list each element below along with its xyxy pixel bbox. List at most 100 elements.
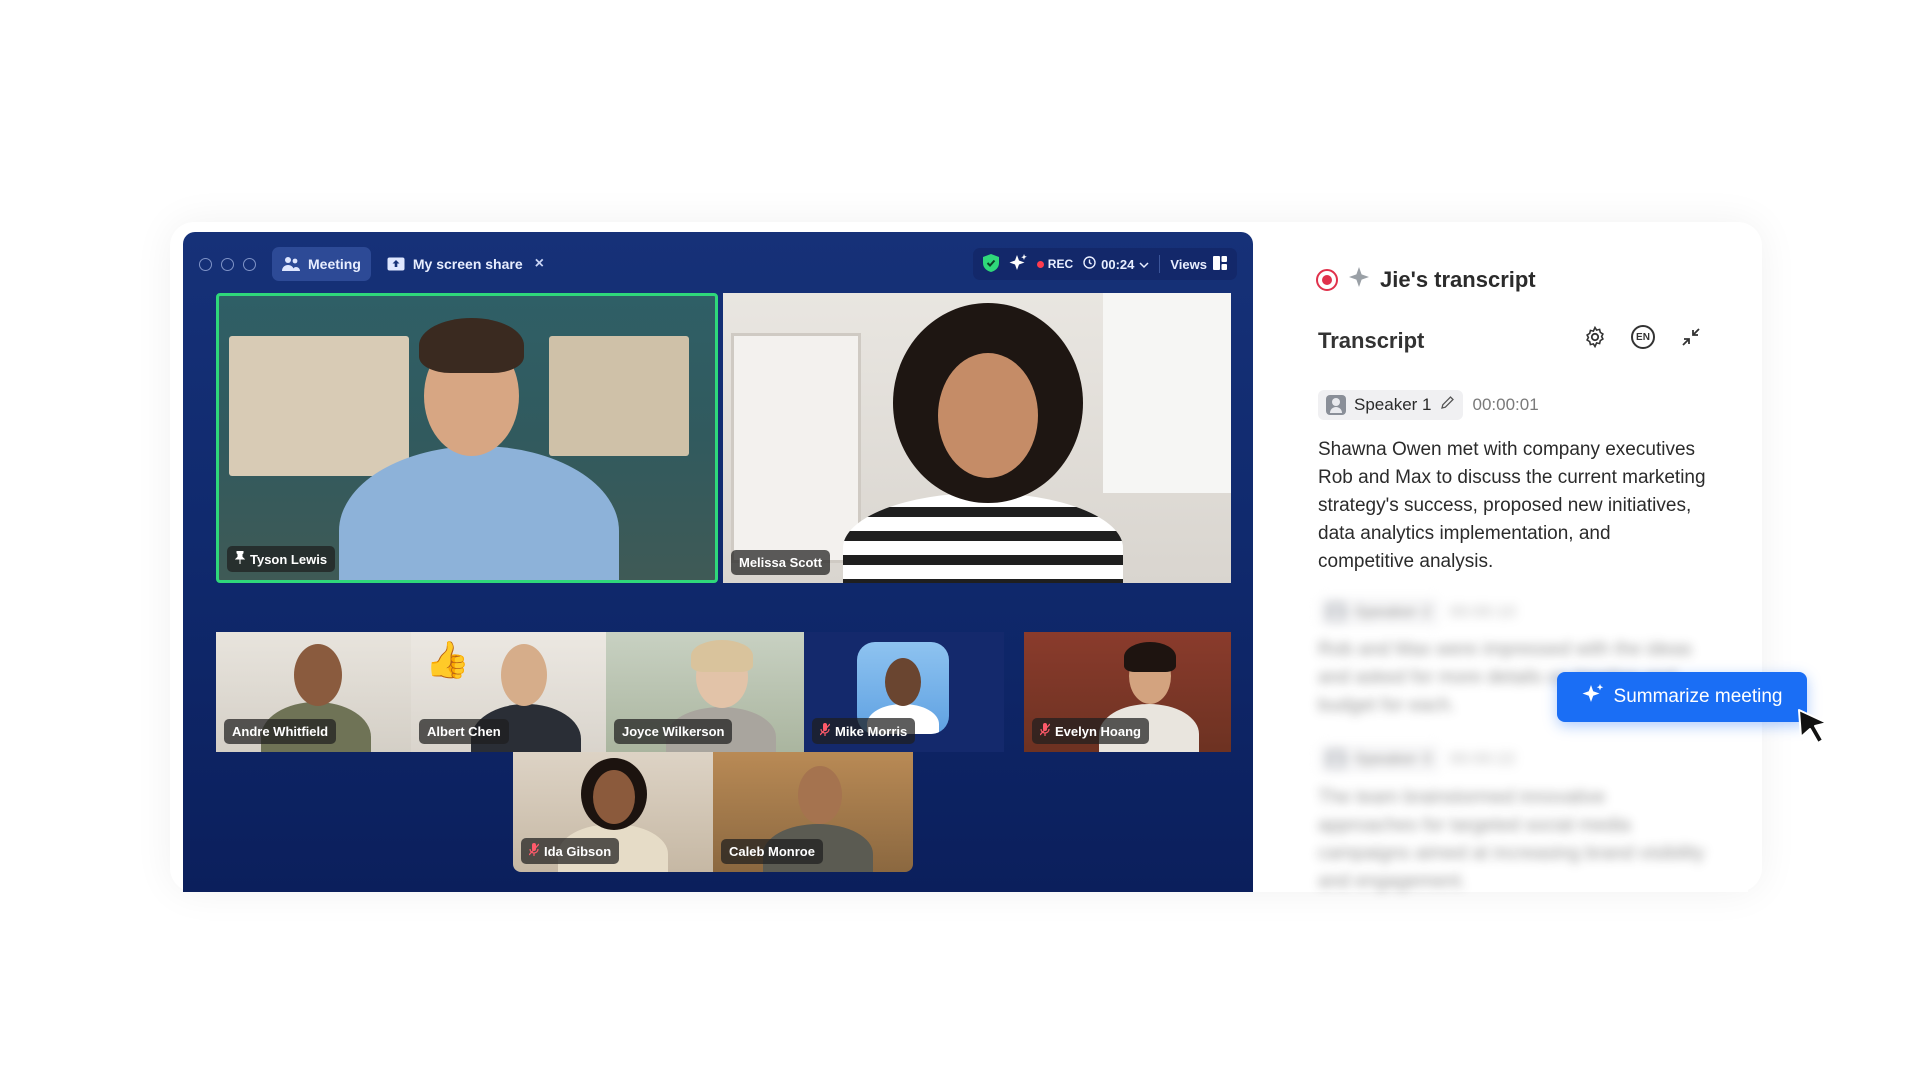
- video-tile-mike-morris[interactable]: Mike Morris: [804, 632, 1004, 752]
- participant-name-tag: Tyson Lewis: [227, 546, 336, 572]
- sparkle-icon: [1348, 266, 1370, 294]
- video-background-shelf: [229, 336, 409, 476]
- grid-view-icon: [1213, 255, 1227, 273]
- participant-name-tag: Mike Morris: [812, 718, 916, 744]
- participant-name-tag: Ida Gibson: [521, 838, 620, 864]
- video-tile-ida-gibson[interactable]: Ida Gibson: [513, 752, 713, 872]
- sparkle-icon: [1582, 683, 1604, 711]
- participant-name: Andre Whitfield: [232, 724, 329, 739]
- summarize-label: Summarize meeting: [1613, 686, 1783, 707]
- language-badge: EN: [1631, 325, 1655, 349]
- transcript-actions: EN: [1582, 324, 1704, 350]
- window-minimize-dot[interactable]: [221, 257, 234, 271]
- tab-label: My screen share: [412, 256, 523, 272]
- video-tile-andre-whitfield[interactable]: Andre Whitfield: [216, 632, 411, 752]
- chevron-down-icon: [1139, 257, 1149, 272]
- video-tile-albert-chen[interactable]: 👍 Albert Chen: [411, 632, 606, 752]
- avatar-person-head: [885, 658, 921, 706]
- speaker-name: Speaker 2: [1354, 602, 1432, 621]
- edit-pencil-icon[interactable]: [1440, 395, 1455, 415]
- speaker-chip[interactable]: Speaker 3: [1318, 744, 1440, 774]
- participant-name-tag: Caleb Monroe: [721, 839, 823, 864]
- participant-name-tag: Joyce Wilkerson: [614, 719, 733, 744]
- tab-screen-share[interactable]: My screen share ×: [377, 247, 554, 281]
- video-tile-evelyn-hoang[interactable]: Evelyn Hoang: [1024, 632, 1231, 752]
- transcript-entry-header: Speaker 2 00:00:10: [1318, 597, 1516, 627]
- video-background-window: [1103, 293, 1231, 493]
- transcript-text: The team brainstormed innovative approac…: [1318, 787, 1705, 892]
- video-tile-melissa-scott[interactable]: Melissa Scott: [723, 293, 1231, 583]
- participant-name: Caleb Monroe: [729, 844, 815, 859]
- participant-name: Ida Gibson: [544, 843, 612, 859]
- toolbar-divider: [1159, 255, 1161, 273]
- participant-name-tag: Andre Whitfield: [224, 719, 337, 744]
- video-person-head: [938, 353, 1038, 478]
- speaker-name: Speaker 1: [1354, 395, 1432, 414]
- collapse-icon[interactable]: [1678, 324, 1704, 350]
- meeting-topbar: Meeting My screen share × REC 00:24 View…: [183, 232, 1253, 296]
- close-icon[interactable]: ×: [535, 255, 544, 273]
- participant-name: Evelyn Hoang: [1055, 723, 1141, 739]
- speaker-avatar-icon: [1326, 395, 1346, 415]
- video-person-head: [501, 644, 547, 706]
- people-icon: [282, 256, 300, 272]
- entry-timestamp: 00:00:22: [1449, 749, 1516, 768]
- meeting-timer[interactable]: 00:24: [1083, 256, 1149, 272]
- recording-icon: [1316, 269, 1338, 291]
- speaker-avatar-icon: [1326, 749, 1346, 769]
- transcript-heading: Transcript: [1318, 328, 1425, 353]
- screen-share-icon: [387, 257, 405, 271]
- video-person-hair: [691, 640, 753, 672]
- video-person-hair: [1124, 642, 1176, 672]
- window-close-dot[interactable]: [199, 257, 212, 271]
- meeting-window: Meeting My screen share × REC 00:24 View…: [183, 232, 1253, 892]
- tab-label: Meeting: [308, 256, 361, 272]
- speaker-chip[interactable]: Speaker 2: [1318, 597, 1440, 627]
- record-dot-icon: [1036, 260, 1044, 268]
- participant-name: Albert Chen: [427, 724, 501, 739]
- participant-name: Melissa Scott: [739, 555, 823, 570]
- video-background-shelf: [549, 336, 689, 456]
- video-background-bookcase: [731, 333, 861, 563]
- window-controls: [199, 257, 256, 271]
- views-label: Views: [1170, 256, 1207, 272]
- video-tile-tyson-lewis[interactable]: Tyson Lewis: [216, 293, 718, 583]
- video-tile-joyce-wilkerson[interactable]: Joyce Wilkerson: [606, 632, 804, 752]
- entry-timestamp: 00:00:01: [1472, 395, 1539, 414]
- participant-name-tag: Evelyn Hoang: [1032, 718, 1149, 744]
- settings-gear-icon[interactable]: [1582, 324, 1608, 350]
- tab-meeting[interactable]: Meeting: [272, 247, 371, 281]
- speaker-chip[interactable]: Speaker 1: [1318, 390, 1463, 420]
- participant-name-tag: Albert Chen: [419, 719, 509, 744]
- transcript-text: Shawna Owen met with company executives …: [1318, 439, 1706, 572]
- muted-mic-icon: [819, 723, 831, 739]
- panel-title: Jie's transcript: [1380, 267, 1536, 292]
- clock-icon: [1083, 256, 1096, 272]
- reaction-thumbs-up-icon: 👍: [425, 639, 470, 680]
- shield-icon[interactable]: [982, 253, 999, 275]
- video-person-head: [294, 644, 342, 706]
- participant-name: Joyce Wilkerson: [622, 724, 725, 739]
- speaker-avatar-icon: [1326, 602, 1346, 622]
- muted-mic-icon: [528, 843, 540, 859]
- participant-name-tag: Melissa Scott: [731, 550, 831, 575]
- recording-indicator[interactable]: REC: [1036, 257, 1074, 271]
- video-person-head: [798, 766, 842, 824]
- panel-header: Jie's transcript: [1316, 266, 1536, 294]
- sparkle-icon[interactable]: [1009, 253, 1027, 275]
- window-maximize-dot[interactable]: [243, 257, 256, 271]
- video-person-hair: [419, 318, 524, 373]
- participant-name: Mike Morris: [835, 723, 908, 739]
- muted-mic-icon: [1039, 723, 1051, 739]
- speaker-name: Speaker 3: [1354, 749, 1432, 768]
- video-tile-caleb-monroe[interactable]: Caleb Monroe: [713, 752, 913, 872]
- participant-name: Tyson Lewis: [250, 551, 328, 567]
- summarize-meeting-button[interactable]: Summarize meeting: [1557, 672, 1807, 722]
- language-button[interactable]: EN: [1630, 324, 1656, 350]
- rec-label: REC: [1047, 257, 1074, 271]
- pin-icon: [234, 550, 246, 567]
- video-person-body: [843, 493, 1123, 583]
- views-button[interactable]: Views: [1170, 255, 1227, 273]
- transcript-entry-header: Speaker 3 00:00:22: [1318, 744, 1516, 774]
- transcript-entry-header: Speaker 1 00:00:01: [1318, 390, 1539, 420]
